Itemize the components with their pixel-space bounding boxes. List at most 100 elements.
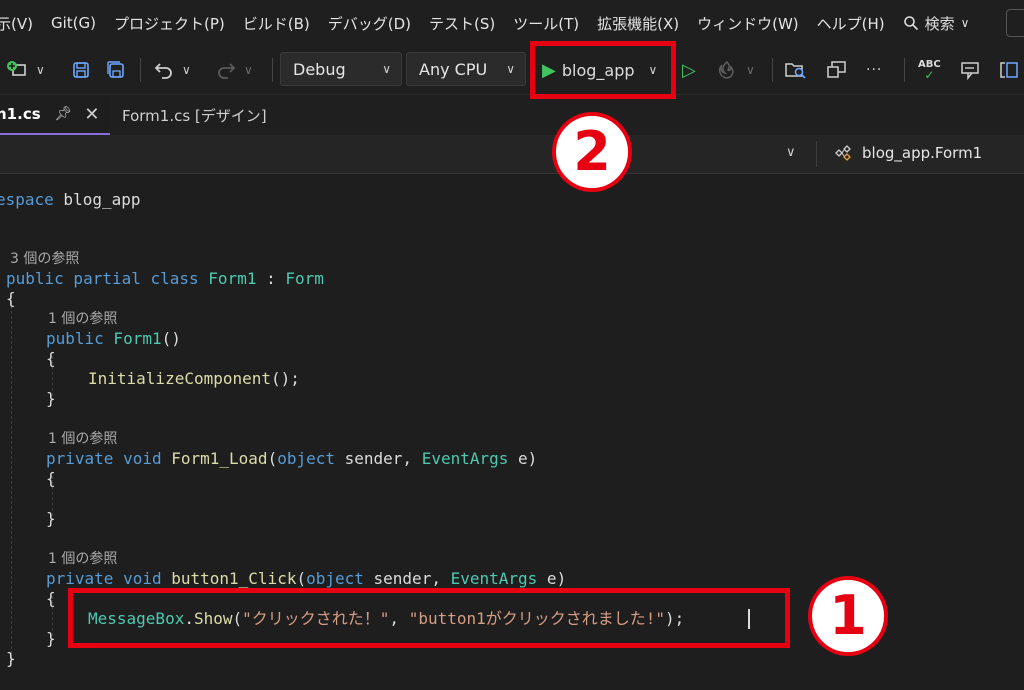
punctuation: : xyxy=(256,269,286,288)
chevron-down-icon: ∨ xyxy=(506,62,515,76)
type-name: Form1 xyxy=(198,269,257,288)
class-icon xyxy=(835,145,851,161)
code-line-brace: } xyxy=(46,509,56,528)
start-without-debugging-button[interactable]: ▷ xyxy=(682,46,696,94)
more-label: ··· xyxy=(866,62,883,78)
navbar-separator xyxy=(816,141,817,167)
undo-icon xyxy=(154,63,172,79)
keyword: public xyxy=(46,329,104,348)
highlight-messagebox-line xyxy=(68,588,790,648)
codelens-references[interactable]: 1 個の参照 xyxy=(48,550,117,568)
punctuation: (); xyxy=(271,369,300,388)
menu-git[interactable]: Git(G) xyxy=(51,14,96,32)
spell-check-icon: ABC ✓ xyxy=(918,59,941,82)
spell-check-button[interactable]: ABC ✓ xyxy=(918,46,941,94)
method-name: Form1_Load xyxy=(161,449,268,468)
type-name: Form1 xyxy=(103,329,162,348)
navigation-bar: ∨ blog_app.Form1 xyxy=(0,135,1024,174)
keyword: espace xyxy=(0,190,54,209)
menu-test[interactable]: テスト(S) xyxy=(429,13,495,34)
platform-dropdown[interactable]: Any CPU ∨ xyxy=(406,52,526,86)
tab-form1-designer[interactable]: Form1.cs [デザイン] xyxy=(112,95,277,135)
toolbar-separator xyxy=(904,58,905,82)
tab-label: n1.cs xyxy=(0,105,41,123)
code-line-brace: { xyxy=(6,289,16,308)
code-line-brace: } xyxy=(46,629,56,648)
punctuation: ( xyxy=(296,569,307,588)
chevron-down-icon: ∨ xyxy=(36,63,45,77)
class-dropdown[interactable]: blog_app.Form1 xyxy=(834,144,982,162)
new-item-button[interactable]: ∨ xyxy=(6,46,45,94)
pin-icon[interactable]: 📌︎ xyxy=(55,106,73,122)
menu-project[interactable]: プロジェクト(P) xyxy=(114,13,225,34)
solution-explorer-search-button[interactable] xyxy=(784,46,808,94)
namespace-name: blog_app xyxy=(53,190,141,209)
punctuation: ( xyxy=(267,449,278,468)
code-line-namespace: espace blog_app xyxy=(0,190,141,210)
menu-build[interactable]: ビルド(B) xyxy=(243,13,310,34)
save-button[interactable] xyxy=(72,46,90,94)
menu-extensions[interactable]: 拡張機能(X) xyxy=(597,13,679,34)
parameter: e) xyxy=(537,569,567,588)
format-document-icon xyxy=(1000,62,1018,78)
codelens-references[interactable]: 1 個の参照 xyxy=(48,310,117,328)
code-line-brace: } xyxy=(6,649,16,668)
badge-number: 1 xyxy=(829,584,867,647)
code-line-class: public partial class Form1 : Form xyxy=(6,269,324,289)
highlight-start-button xyxy=(530,41,676,99)
more-button[interactable]: ··· xyxy=(866,46,882,94)
type-name: EventArgs xyxy=(421,449,509,468)
codelens-references[interactable]: 3 個の参照 xyxy=(10,250,79,268)
keyword: public partial class xyxy=(6,269,199,288)
chevron-down-icon: ∨ xyxy=(960,16,970,30)
menu-debug[interactable]: デバッグ(D) xyxy=(328,13,411,34)
keyword: object xyxy=(306,569,364,588)
folder-search-icon xyxy=(785,63,806,79)
toolbar-separator xyxy=(772,58,773,82)
code-line-brace: { xyxy=(46,469,56,488)
parameter: sender, xyxy=(335,449,422,468)
tab-form1-code[interactable]: n1.cs 📌︎ ✕ xyxy=(0,95,110,135)
code-line-form-load: private void Form1_Load(object sender, E… xyxy=(46,449,537,469)
save-all-icon xyxy=(107,61,124,78)
platform-value: Any CPU xyxy=(419,59,488,79)
menu-bar: 示(V) Git(G) プロジェクト(P) ビルド(B) デバッグ(D) テスト… xyxy=(0,0,1024,46)
code-line-init: InitializeComponent(); xyxy=(88,369,300,389)
windows-button[interactable] xyxy=(826,46,848,94)
chevron-down-icon: ∨ xyxy=(244,63,253,77)
indent-guide xyxy=(11,296,12,664)
undo-button[interactable]: ∨ xyxy=(154,46,191,94)
code-line-brace: { xyxy=(46,349,56,368)
class-name: blog_app.Form1 xyxy=(862,144,983,162)
chevron-down-icon: ∨ xyxy=(382,62,391,76)
type-name: Form xyxy=(285,269,324,288)
hot-reload-button[interactable]: ∨ xyxy=(716,46,755,94)
menu-search[interactable]: 検索 ∨ xyxy=(903,13,970,34)
configuration-value: Debug xyxy=(293,59,346,79)
configuration-dropdown[interactable]: Debug ∨ xyxy=(280,52,402,86)
search-icon xyxy=(903,16,918,31)
keyword: object xyxy=(277,449,335,468)
badge-number: 2 xyxy=(573,120,611,183)
menu-help[interactable]: ヘルプ(H) xyxy=(817,13,885,34)
toolbar: ∨ ∨ ∨ Debug ∨ Any CPU ∨ ▶ blog_app ∨ ▷ ∨… xyxy=(0,46,1024,95)
method-name: InitializeComponent xyxy=(88,369,272,388)
menu-tools[interactable]: ツール(T) xyxy=(513,13,579,34)
format-button[interactable] xyxy=(998,46,1020,94)
step-badge-1: 1 xyxy=(808,576,888,656)
menu-window[interactable]: ウィンドウ(W) xyxy=(697,13,799,34)
window-layout-icon xyxy=(827,61,846,78)
codelens-references[interactable]: 1 個の参照 xyxy=(48,430,117,448)
comment-button[interactable] xyxy=(960,46,982,94)
chevron-down-icon: ∨ xyxy=(746,63,755,77)
redo-button[interactable]: ∨ xyxy=(216,46,253,94)
keyword: private void xyxy=(46,449,162,468)
menu-view[interactable]: 示(V) xyxy=(0,13,33,34)
close-icon[interactable]: ✕ xyxy=(84,104,99,125)
keyword: private void xyxy=(46,569,162,588)
chevron-down-icon[interactable]: ∨ xyxy=(786,145,796,160)
save-all-button[interactable] xyxy=(106,46,126,94)
search-label: 検索 xyxy=(924,14,955,33)
toolbar-separator xyxy=(140,58,141,82)
parameter: e) xyxy=(508,449,538,468)
